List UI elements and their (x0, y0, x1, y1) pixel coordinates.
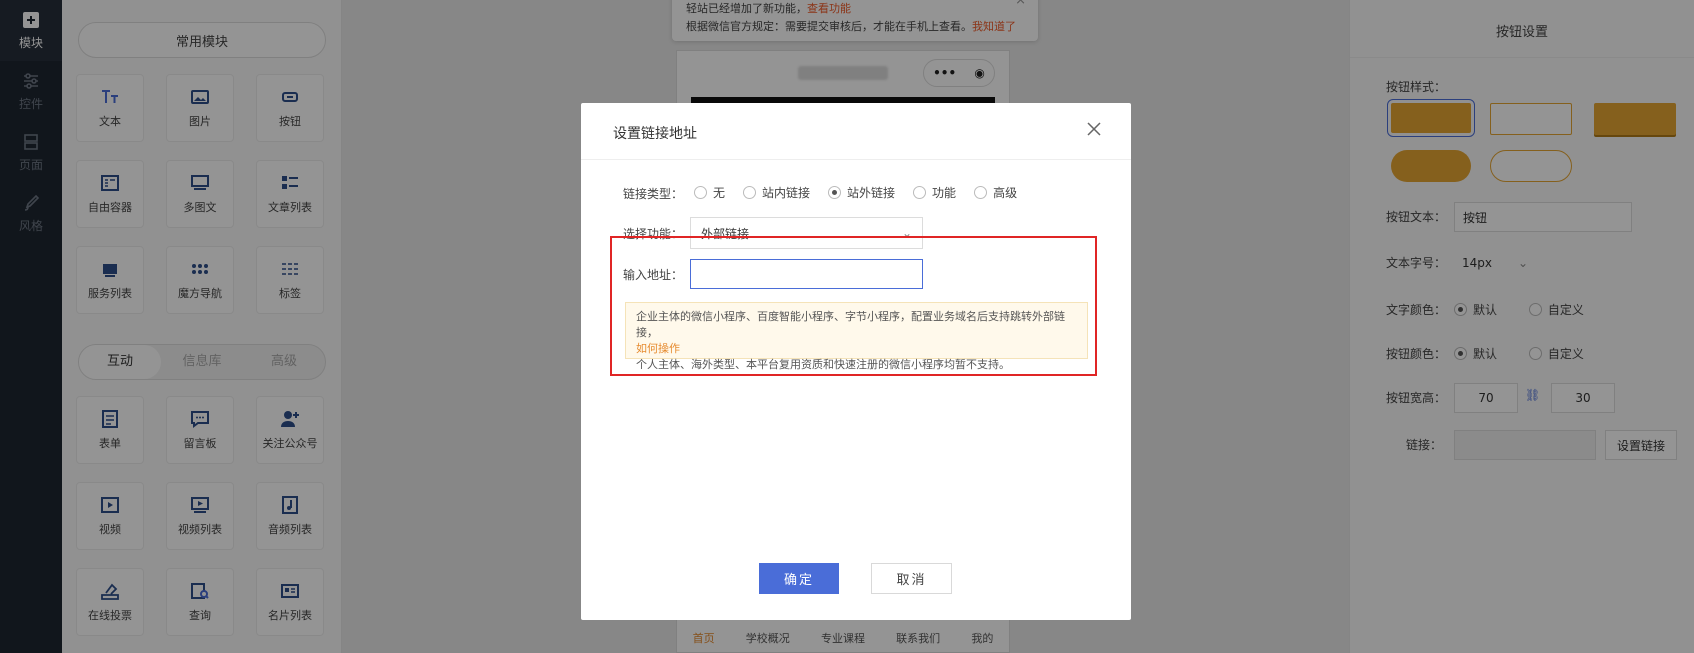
link-type-none[interactable]: 无 (694, 184, 725, 201)
link-type-advanced[interactable]: 高级 (974, 184, 1017, 201)
radio-icon (974, 186, 988, 199)
cancel-button[interactable]: 取消 (871, 563, 952, 594)
link-type-label: 链接类型： (623, 187, 684, 201)
set-link-dialog: 设置链接地址 链接类型： 无 站内链接 站外链接 功能 高级 选择功能： 外部链… (581, 103, 1131, 620)
chevron-down-icon: ⌄ (901, 226, 912, 240)
mini-program-tip: 企业主体的微信小程序、百度智能小程序、字节小程序，配置业务域名后支持跳转外部链接… (625, 302, 1088, 371)
dialog-title: 设置链接地址 (613, 126, 697, 142)
confirm-button[interactable]: 确定 (759, 563, 839, 594)
close-icon[interactable] (1083, 118, 1105, 140)
how-to-link[interactable]: 如何操作 (636, 342, 680, 355)
link-type-function[interactable]: 功能 (913, 184, 956, 201)
radio-icon (828, 186, 842, 199)
url-input[interactable] (690, 259, 923, 289)
function-select[interactable]: 外部链接 ⌄ (690, 217, 923, 249)
dialog-header: 设置链接地址 (581, 103, 1131, 160)
radio-icon (694, 186, 707, 199)
url-label: 输入地址： (623, 268, 684, 282)
link-type-internal[interactable]: 站内链接 (743, 184, 810, 201)
radio-icon (913, 186, 927, 199)
radio-icon (743, 186, 757, 199)
link-type-external[interactable]: 站外链接 (828, 184, 895, 201)
link-type-options: 无 站内链接 站外链接 功能 高级 (694, 184, 1035, 201)
select-function-label: 选择功能： (623, 227, 684, 241)
